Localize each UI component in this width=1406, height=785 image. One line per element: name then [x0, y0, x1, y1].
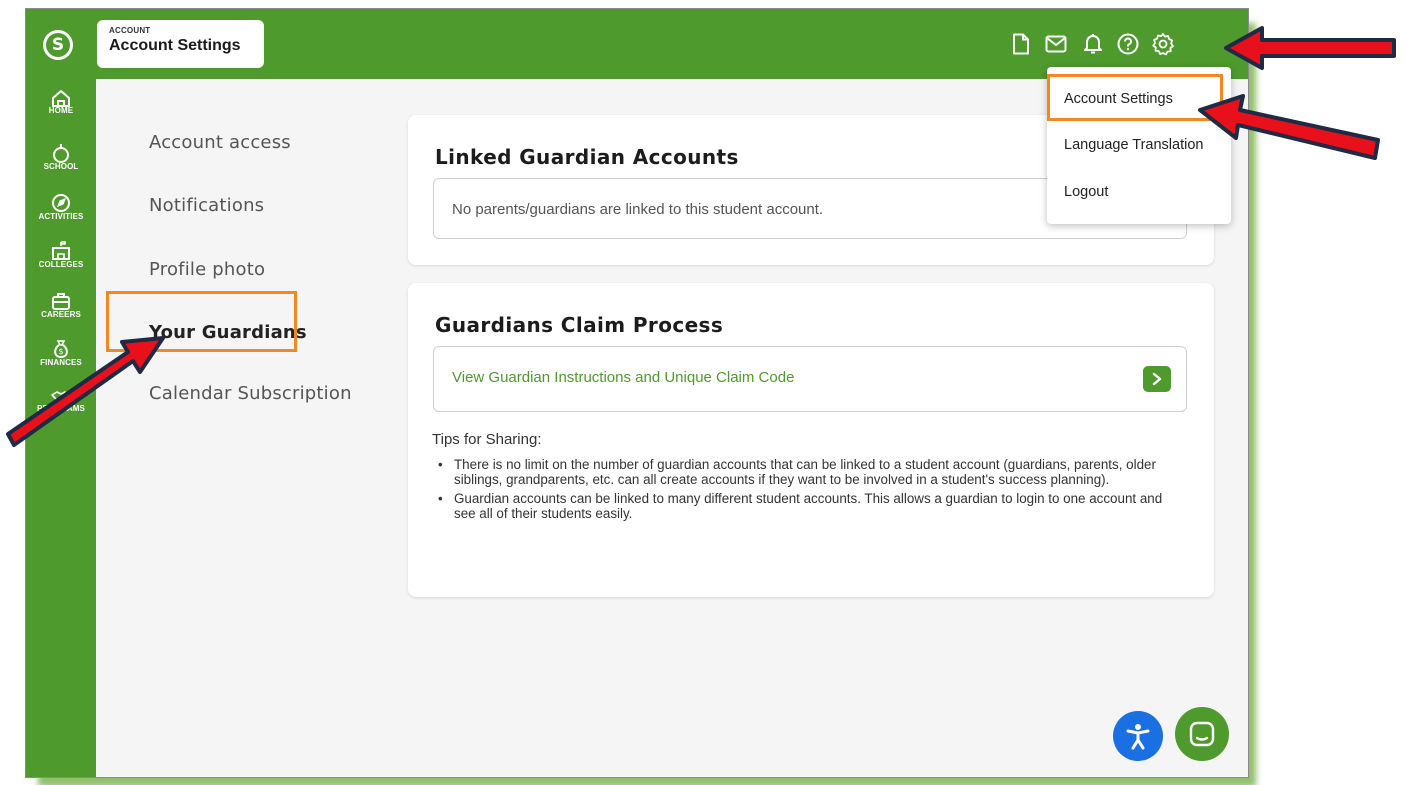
chat-icon [1189, 721, 1215, 747]
app-window: S ACCOUNT Account Settings HOME SCHOOL A… [26, 9, 1248, 777]
nav-label: COLLEGES [38, 260, 84, 269]
empty-state-message: No parents/guardians are linked to this … [452, 201, 824, 218]
nav-item-activities[interactable]: ACTIVITIES [26, 193, 96, 221]
gear-icon[interactable] [1150, 31, 1176, 57]
settings-nav-profile-photo[interactable]: Profile photo [149, 259, 265, 280]
nav-label: SCHOOL [43, 162, 79, 171]
logo-icon: S [46, 33, 70, 57]
breadcrumb: ACCOUNT Account Settings [97, 20, 264, 68]
tip-item: There is no limit on the number of guard… [438, 457, 1178, 487]
home-icon [52, 90, 70, 107]
bell-icon[interactable] [1080, 31, 1106, 57]
settings-nav-notifications[interactable]: Notifications [149, 195, 264, 216]
nav-label: HOME [48, 106, 74, 115]
claim-process-title: Guardians Claim Process [435, 313, 724, 337]
menu-item-logout[interactable]: Logout [1064, 184, 1108, 200]
arrow-to-gear-icon [1224, 26, 1396, 70]
briefcase-icon [52, 293, 70, 310]
page-title: Account Settings [109, 37, 241, 54]
main-nav-rail: HOME SCHOOL ACTIVITIES COLLEGES CAREERS … [26, 79, 96, 777]
nav-item-careers[interactable]: CAREERS [26, 292, 96, 319]
screenshot-stage: S ACCOUNT Account Settings HOME SCHOOL A… [0, 0, 1406, 785]
mail-icon[interactable] [1043, 31, 1069, 57]
svg-text:$: $ [58, 347, 63, 356]
highlight-box-your-guardians [106, 291, 297, 352]
breadcrumb-section: ACCOUNT [109, 26, 151, 35]
nav-label: FINANCES [40, 358, 82, 367]
menu-item-language-translation[interactable]: Language Translation [1064, 137, 1203, 153]
linked-guardians-title: Linked Guardian Accounts [435, 145, 739, 169]
nav-item-programs[interactable]: PROGRAMS [26, 389, 96, 413]
compass-icon [52, 194, 70, 212]
highlight-box-account-settings [1047, 74, 1223, 121]
apple-icon [53, 144, 69, 163]
nav-item-school[interactable]: SCHOOL [26, 143, 96, 171]
nav-label: ACTIVITIES [38, 212, 84, 221]
nav-item-home[interactable]: HOME [26, 89, 96, 115]
settings-nav-calendar-subscription[interactable]: Calendar Subscription [149, 383, 352, 404]
claim-code-link-row[interactable]: View Guardian Instructions and Unique Cl… [433, 346, 1187, 412]
nav-item-finances[interactable]: $ FINANCES [26, 339, 96, 367]
nav-item-colleges[interactable]: COLLEGES [26, 241, 96, 269]
document-icon[interactable] [1008, 31, 1034, 57]
help-icon[interactable] [1115, 31, 1141, 57]
accessibility-button[interactable] [1113, 711, 1163, 761]
nav-label: PROGRAMS [37, 404, 85, 413]
nav-label: CAREERS [41, 310, 81, 319]
claim-process-card: Guardians Claim Process View Guardian In… [408, 283, 1214, 597]
settings-nav-account-access[interactable]: Account access [149, 132, 291, 153]
chevron-right-icon[interactable] [1143, 366, 1171, 392]
tips-title: Tips for Sharing: [432, 431, 542, 448]
claim-code-link[interactable]: View Guardian Instructions and Unique Cl… [452, 369, 794, 386]
tip-item: Guardian accounts can be linked to many … [438, 491, 1178, 521]
college-icon [52, 241, 70, 260]
chat-button[interactable] [1175, 707, 1229, 761]
accessibility-icon [1126, 724, 1150, 750]
handshake-icon [51, 391, 71, 401]
app-logo[interactable]: S [43, 30, 73, 60]
money-bag-icon: $ [54, 340, 68, 359]
tips-list: There is no limit on the number of guard… [438, 457, 1178, 525]
